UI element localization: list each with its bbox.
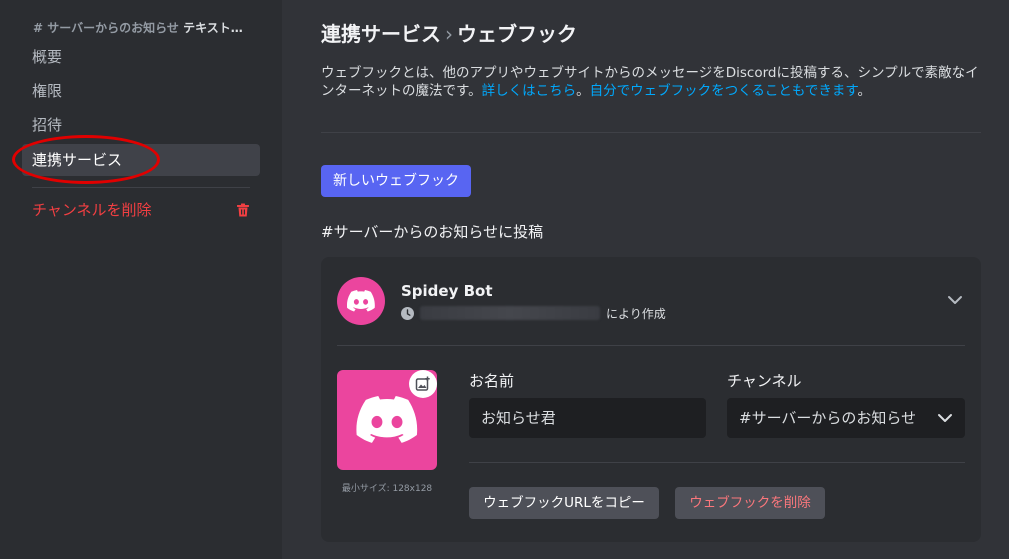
trash-icon xyxy=(237,203,249,217)
image-plus-icon xyxy=(415,376,430,391)
main-content: 連携サービス › ウェブフック ウェブフックとは、他のアプリやウェブサイトからのメッ… xyxy=(282,0,1009,559)
webhook-description: ウェブフックとは、他のアプリやウェブサイトからのメッセージをDiscordに投稿… xyxy=(321,64,981,100)
channel-select-value: #サーバーからのお知らせ xyxy=(739,409,917,427)
chevron-down-icon[interactable] xyxy=(947,292,963,308)
discord-logo-icon xyxy=(347,290,375,312)
webhook-name-title: Spidey Bot xyxy=(401,282,493,300)
webhook-created-meta: により作成 xyxy=(401,305,666,321)
settings-sidebar: # サーバーからのお知らせ テキスト… 概要 権限 招待 連携サービス チャンネ… xyxy=(0,0,282,559)
breadcrumb: 連携サービス › ウェブフック xyxy=(321,18,577,47)
created-by-suffix: により作成 xyxy=(606,306,666,321)
delete-webhook-button[interactable]: ウェブフックを削除 xyxy=(675,487,825,519)
sidebar-item-invites[interactable]: 招待 xyxy=(22,109,260,141)
breadcrumb-current: ウェブフック xyxy=(457,22,577,46)
section-divider xyxy=(321,132,981,133)
webhook-avatar xyxy=(337,277,385,325)
description-mid: 。 xyxy=(576,83,590,99)
new-webhook-button[interactable]: 新しいウェブフック xyxy=(321,165,471,197)
sidebar-header-channel: # サーバーからのお知らせ xyxy=(33,21,179,35)
upload-image-icon[interactable] xyxy=(409,370,437,398)
discord-logo-icon xyxy=(356,396,418,443)
min-size-label: 最小サイズ: 128x128 xyxy=(341,484,433,494)
channel-label: チャンネル xyxy=(727,372,802,390)
webhook-card: Spidey Bot により作成 最小サイズ: 128x128 お名前 お知らせ… xyxy=(321,257,981,542)
sidebar-item-permissions[interactable]: 権限 xyxy=(22,75,260,107)
sidebar-item-integrations[interactable]: 連携サービス xyxy=(22,144,260,176)
card-inner-divider xyxy=(469,462,965,463)
sidebar-divider xyxy=(32,187,250,188)
learn-more-link[interactable]: 詳しくはこちら xyxy=(482,83,577,99)
redacted-creator xyxy=(420,306,600,320)
breadcrumb-parent[interactable]: 連携サービス xyxy=(321,22,441,46)
sidebar-header-category: テキスト… xyxy=(183,21,243,35)
sidebar-item-overview[interactable]: 概要 xyxy=(22,41,260,73)
section-title: #サーバーからのお知らせに投稿 xyxy=(321,223,544,241)
copy-webhook-url-button[interactable]: ウェブフックURLをコピー xyxy=(469,487,659,519)
card-divider xyxy=(337,345,965,346)
description-end: 。 xyxy=(857,83,872,99)
breadcrumb-separator: › xyxy=(445,22,453,46)
webhook-name-input[interactable] xyxy=(469,398,706,438)
delete-channel-label: チャンネルを削除 xyxy=(32,201,152,219)
clock-icon xyxy=(401,306,414,320)
name-label: お名前 xyxy=(469,372,515,390)
create-webhook-link[interactable]: 自分でウェブフックをつくることもできます xyxy=(590,83,858,99)
channel-select[interactable]: #サーバーからのお知らせ xyxy=(727,398,965,438)
chevron-down-icon xyxy=(938,414,952,422)
delete-channel-button[interactable]: チャンネルを削除 xyxy=(22,194,260,226)
sidebar-header: # サーバーからのお知らせ テキスト… xyxy=(33,19,251,36)
